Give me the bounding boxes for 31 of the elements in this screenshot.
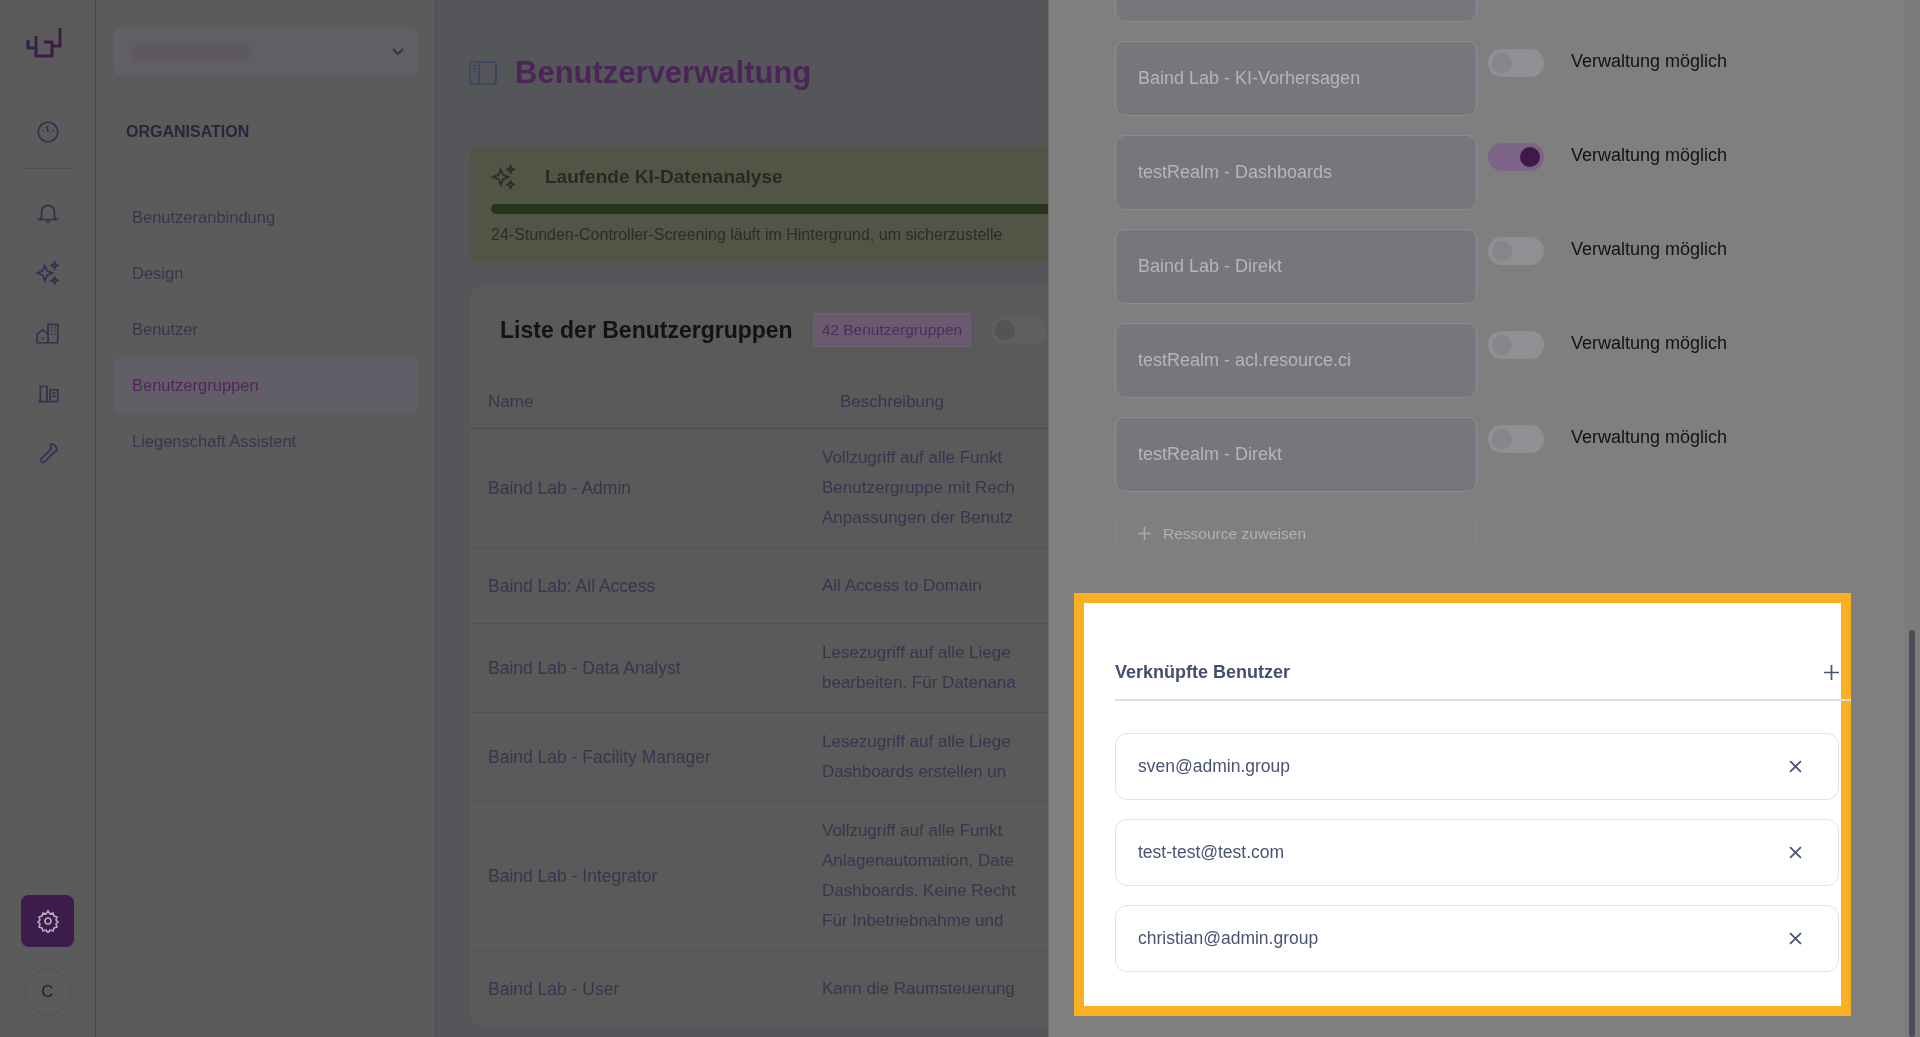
user-email: christian@admin.group: [1138, 928, 1319, 949]
sidebar-item[interactable]: Benutzergruppen: [113, 357, 418, 413]
toggle-switch[interactable]: [1488, 143, 1544, 171]
gear-icon: [35, 909, 60, 933]
toggle-label: Verwaltung möglich: [1571, 333, 1728, 354]
user-email: test-test@test.com: [1138, 842, 1285, 863]
resource-field[interactable]: testRealm - acl.resource.ci: [1115, 323, 1477, 398]
sparkles-icon: [491, 164, 517, 190]
assign-resource-button[interactable]: Ressource zuweisen: [1115, 511, 1477, 556]
user-email: sven@admin.group: [1138, 756, 1290, 777]
section-heading: ORGANISATION: [126, 123, 251, 141]
toggle-label: Verwaltung möglich: [1571, 51, 1728, 72]
resource-field[interactable]: Baind Lab - Direkt: [1115, 229, 1477, 304]
close-icon[interactable]: [1789, 760, 1802, 773]
toggle-switch[interactable]: [991, 316, 1048, 344]
resource-field[interactable]: testRealm - Dashboards: [1115, 135, 1477, 210]
chevron-down-icon: [392, 47, 404, 56]
toggle-label: Verwaltung möglich: [1571, 145, 1728, 166]
toggle-label: Verwaltung möglich: [1571, 427, 1728, 448]
plus-icon: [1138, 527, 1151, 540]
resource-field[interactable]: Baind Lab - KI-Vorhersagen: [1115, 41, 1477, 116]
close-icon[interactable]: [1789, 846, 1802, 859]
settings-button[interactable]: [21, 895, 74, 947]
close-icon[interactable]: [1789, 932, 1802, 945]
sidebar-toggle-icon[interactable]: [469, 61, 497, 85]
resource-field[interactable]: testRealm - Direkt: [1115, 417, 1477, 492]
add-icon[interactable]: [1824, 664, 1839, 680]
organization-dropdown[interactable]: [113, 28, 418, 75]
toggle-label: Verwaltung möglich: [1571, 239, 1728, 260]
section-title: Verknüpfte Benutzer: [1115, 661, 1291, 683]
card-title: Liste der Benutzergruppen: [500, 316, 793, 344]
